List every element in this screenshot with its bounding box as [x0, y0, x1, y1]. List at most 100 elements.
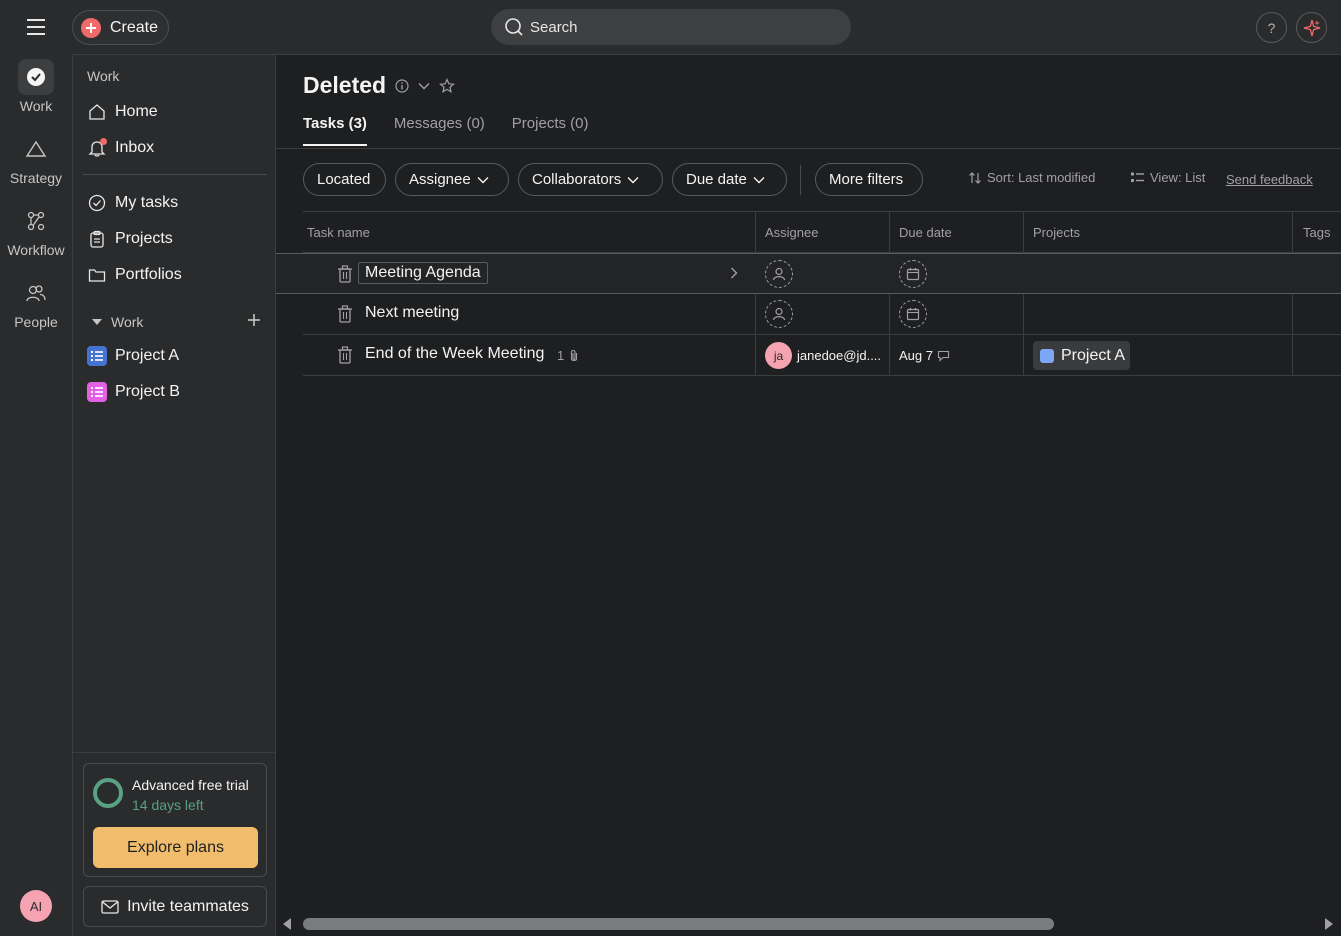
column-header-tags[interactable]: Tags — [1303, 225, 1330, 240]
chevron-right-icon[interactable] — [730, 267, 738, 279]
table-row[interactable]: End of the Week Meeting 1 ja janedoe@jd.… — [303, 335, 1341, 376]
rail-item-workflow[interactable]: Workflow — [0, 203, 72, 258]
sidebar-item-project-b[interactable]: Project B — [83, 376, 267, 408]
rail-item-strategy[interactable]: Strategy — [0, 131, 72, 186]
column-header-due-date[interactable]: Due date — [899, 225, 952, 240]
page-title: Deleted — [303, 72, 387, 98]
check-circle-icon — [87, 193, 107, 213]
left-rail: Work Strategy Workflow People AI — [0, 54, 72, 936]
project-color-swatch — [1040, 348, 1054, 363]
bell-icon — [87, 138, 107, 158]
table-header: Task name Assignee Due date Projects Tag… — [303, 211, 1341, 253]
scroll-left-arrow-icon[interactable] — [282, 918, 292, 930]
chevron-down-icon — [621, 176, 639, 184]
invite-teammates-button[interactable]: Invite teammates — [83, 886, 267, 927]
sidebar-item-label: My tasks — [115, 194, 179, 211]
filter-separator — [800, 165, 801, 195]
empty-assignee-icon[interactable] — [765, 260, 793, 288]
project-chip-label: Project A — [1061, 346, 1126, 364]
list-icon — [87, 382, 107, 402]
create-button[interactable]: Create — [72, 10, 169, 45]
sidebar-item-label: Inbox — [115, 139, 155, 156]
caret-down-icon[interactable] — [91, 318, 103, 326]
pill-label: Assignee — [409, 171, 471, 188]
help-button[interactable]: ? — [1256, 12, 1287, 43]
due-date-value[interactable]: Aug 7 — [899, 348, 950, 363]
star-icon[interactable] — [439, 77, 456, 94]
tab-bar: Tasks (3) Messages (0) Projects (0) — [303, 115, 615, 147]
explore-plans-button[interactable]: Explore plans — [93, 827, 258, 868]
sidebar-item-label: Project B — [115, 383, 180, 400]
rail-label-people: People — [14, 314, 58, 330]
located-filter-button[interactable]: Located — [303, 163, 386, 196]
create-label: Create — [110, 18, 159, 36]
chevron-down-icon[interactable] — [418, 82, 430, 90]
assignee-name[interactable]: janedoe@jd.... — [797, 348, 881, 363]
sidebar-item-inbox[interactable]: Inbox — [83, 132, 267, 164]
sidebar: Work Home Inbox My tasks Projects Portfo… — [72, 54, 276, 936]
ai-sparkle-button[interactable] — [1296, 12, 1327, 43]
empty-assignee-icon[interactable] — [765, 300, 793, 328]
due-date-filter-button[interactable]: Due date — [672, 163, 787, 196]
sidebar-item-home[interactable]: Home — [83, 96, 267, 128]
pill-label: Due date — [686, 171, 747, 188]
view-label: View: List — [1150, 170, 1206, 185]
task-name[interactable]: Next meeting — [365, 304, 459, 322]
trash-icon — [337, 265, 353, 283]
recurring-icon — [933, 350, 950, 362]
tab-tasks[interactable]: Tasks (3) — [303, 115, 367, 147]
list-view-icon — [1130, 171, 1150, 184]
sidebar-divider — [73, 752, 276, 753]
table-row[interactable]: Next meeting — [303, 294, 1341, 335]
scroll-right-arrow-icon[interactable] — [1324, 918, 1334, 930]
scrollbar-thumb[interactable] — [303, 918, 1054, 930]
tab-projects[interactable]: Projects (0) — [512, 115, 589, 147]
search-placeholder: Search — [530, 18, 578, 36]
empty-due-date-icon[interactable] — [899, 260, 927, 288]
collaborators-filter-button[interactable]: Collaborators — [518, 163, 663, 196]
sort-label: Sort: Last modified — [987, 170, 1096, 185]
task-name[interactable]: End of the Week Meeting — [365, 345, 544, 363]
project-chip[interactable]: Project A — [1033, 341, 1131, 370]
column-header-task-name[interactable]: Task name — [307, 225, 370, 240]
more-filters-button[interactable]: More filters — [815, 163, 923, 196]
sidebar-divider — [83, 174, 267, 175]
assignee-filter-button[interactable]: Assignee — [395, 163, 509, 196]
workflow-icon — [18, 203, 54, 239]
sidebar-section-work[interactable]: Work — [83, 310, 267, 334]
sidebar-item-portfolios[interactable]: Portfolios — [83, 259, 267, 291]
sidebar-item-label: Projects — [115, 230, 173, 247]
table-row[interactable]: Meeting Agenda — [276, 253, 1341, 294]
rail-label-strategy: Strategy — [9, 170, 63, 186]
avatar[interactable]: ja — [765, 342, 792, 369]
rail-item-work[interactable]: Work — [0, 59, 72, 114]
mail-icon — [101, 899, 119, 914]
column-header-projects[interactable]: Projects — [1033, 225, 1080, 240]
search-icon — [491, 17, 524, 37]
sidebar-item-project-a[interactable]: Project A — [83, 340, 267, 372]
trash-icon — [337, 346, 353, 364]
column-header-assignee[interactable]: Assignee — [765, 225, 818, 240]
pill-label: Collaborators — [532, 171, 622, 188]
empty-due-date-icon[interactable] — [899, 300, 927, 328]
view-button[interactable]: View: List — [1130, 170, 1205, 185]
page-header: Deleted — [303, 72, 456, 99]
hamburger-menu-icon[interactable] — [22, 14, 50, 40]
add-project-icon[interactable] — [247, 313, 261, 327]
sidebar-item-projects[interactable]: Projects — [83, 223, 267, 255]
info-icon[interactable] — [395, 78, 409, 93]
send-feedback-link[interactable]: Send feedback — [1226, 172, 1313, 187]
horizontal-scrollbar[interactable] — [276, 912, 1341, 936]
rail-item-people[interactable]: People — [0, 275, 72, 330]
user-avatar[interactable]: AI — [20, 890, 52, 922]
sidebar-item-my-tasks[interactable]: My tasks — [83, 187, 267, 219]
sparkle-icon — [1303, 19, 1321, 37]
top-bar: Create Search ? — [0, 0, 1341, 54]
clipboard-icon — [87, 229, 107, 249]
trial-title: Advanced free trial — [132, 777, 249, 793]
task-name[interactable]: Meeting Agenda — [358, 262, 488, 284]
tab-messages[interactable]: Messages (0) — [394, 115, 485, 147]
trial-card: Advanced free trial 14 days left Explore… — [83, 763, 267, 877]
sort-button[interactable]: Sort: Last modified — [968, 170, 1095, 185]
search-input[interactable]: Search — [491, 9, 851, 45]
